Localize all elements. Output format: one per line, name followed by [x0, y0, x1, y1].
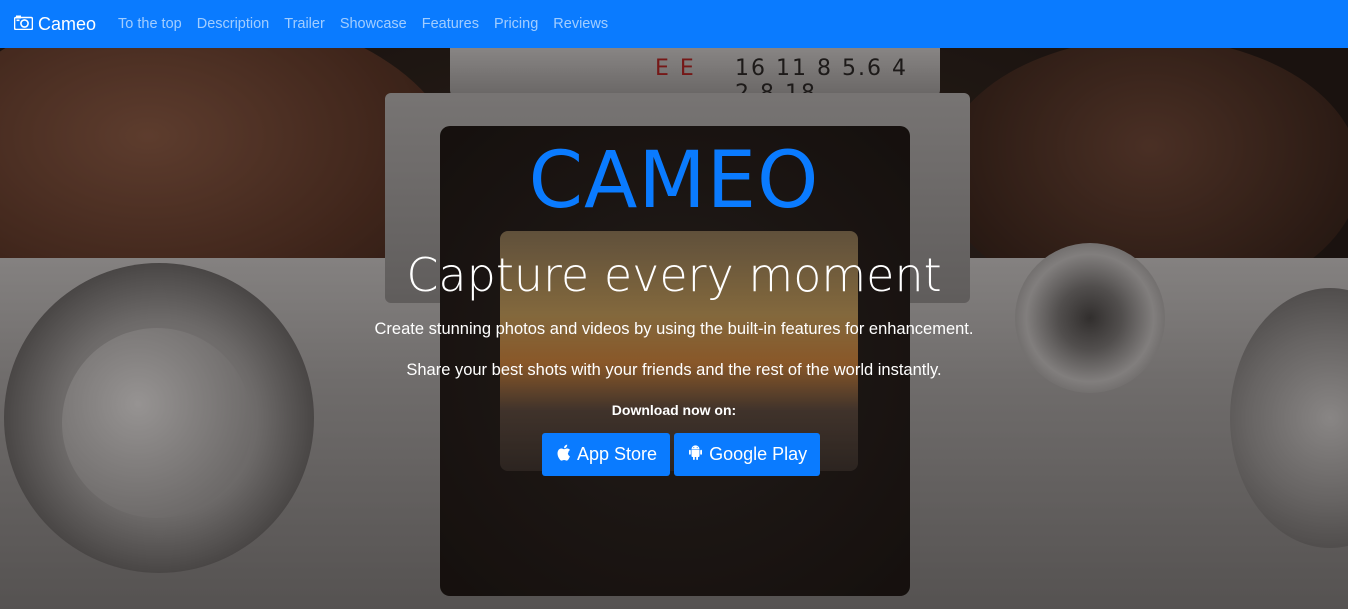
navbar: Cameo To the top Description Trailer Sho…: [0, 0, 1348, 48]
download-label: Download now on:: [611, 402, 737, 418]
nav-link-features[interactable]: Features: [422, 16, 479, 32]
nav-link-pricing[interactable]: Pricing: [494, 16, 538, 32]
hero-subtitle-2: Share your best shots with your friends …: [406, 361, 942, 379]
apple-icon: [556, 444, 571, 466]
nav-links: To the top Description Trailer Showcase …: [118, 16, 623, 32]
app-store-label: App Store: [577, 444, 658, 464]
hero-logo: CAMEO: [528, 136, 820, 226]
android-icon: [688, 444, 703, 466]
brand-link[interactable]: Cameo: [13, 13, 97, 35]
nav-link-trailer[interactable]: Trailer: [284, 16, 325, 32]
google-play-label: Google Play: [709, 444, 808, 464]
google-play-button[interactable]: Google Play: [674, 433, 821, 476]
nav-link-to-the-top[interactable]: To the top: [118, 16, 182, 32]
nav-link-showcase[interactable]: Showcase: [340, 16, 407, 32]
brand-name: Cameo: [38, 13, 97, 34]
download-buttons: App Store Google Play: [542, 433, 824, 476]
app-store-button[interactable]: App Store: [542, 433, 671, 476]
nav-link-reviews[interactable]: Reviews: [553, 16, 608, 32]
hero-section: CAMEO Capture every moment Create stunni…: [0, 48, 1348, 609]
nav-link-description[interactable]: Description: [197, 16, 270, 32]
camera-icon: [13, 14, 34, 35]
hero-headline: Capture every moment: [406, 248, 942, 302]
hero-subtitle-1: Create stunning photos and videos by usi…: [374, 320, 974, 338]
